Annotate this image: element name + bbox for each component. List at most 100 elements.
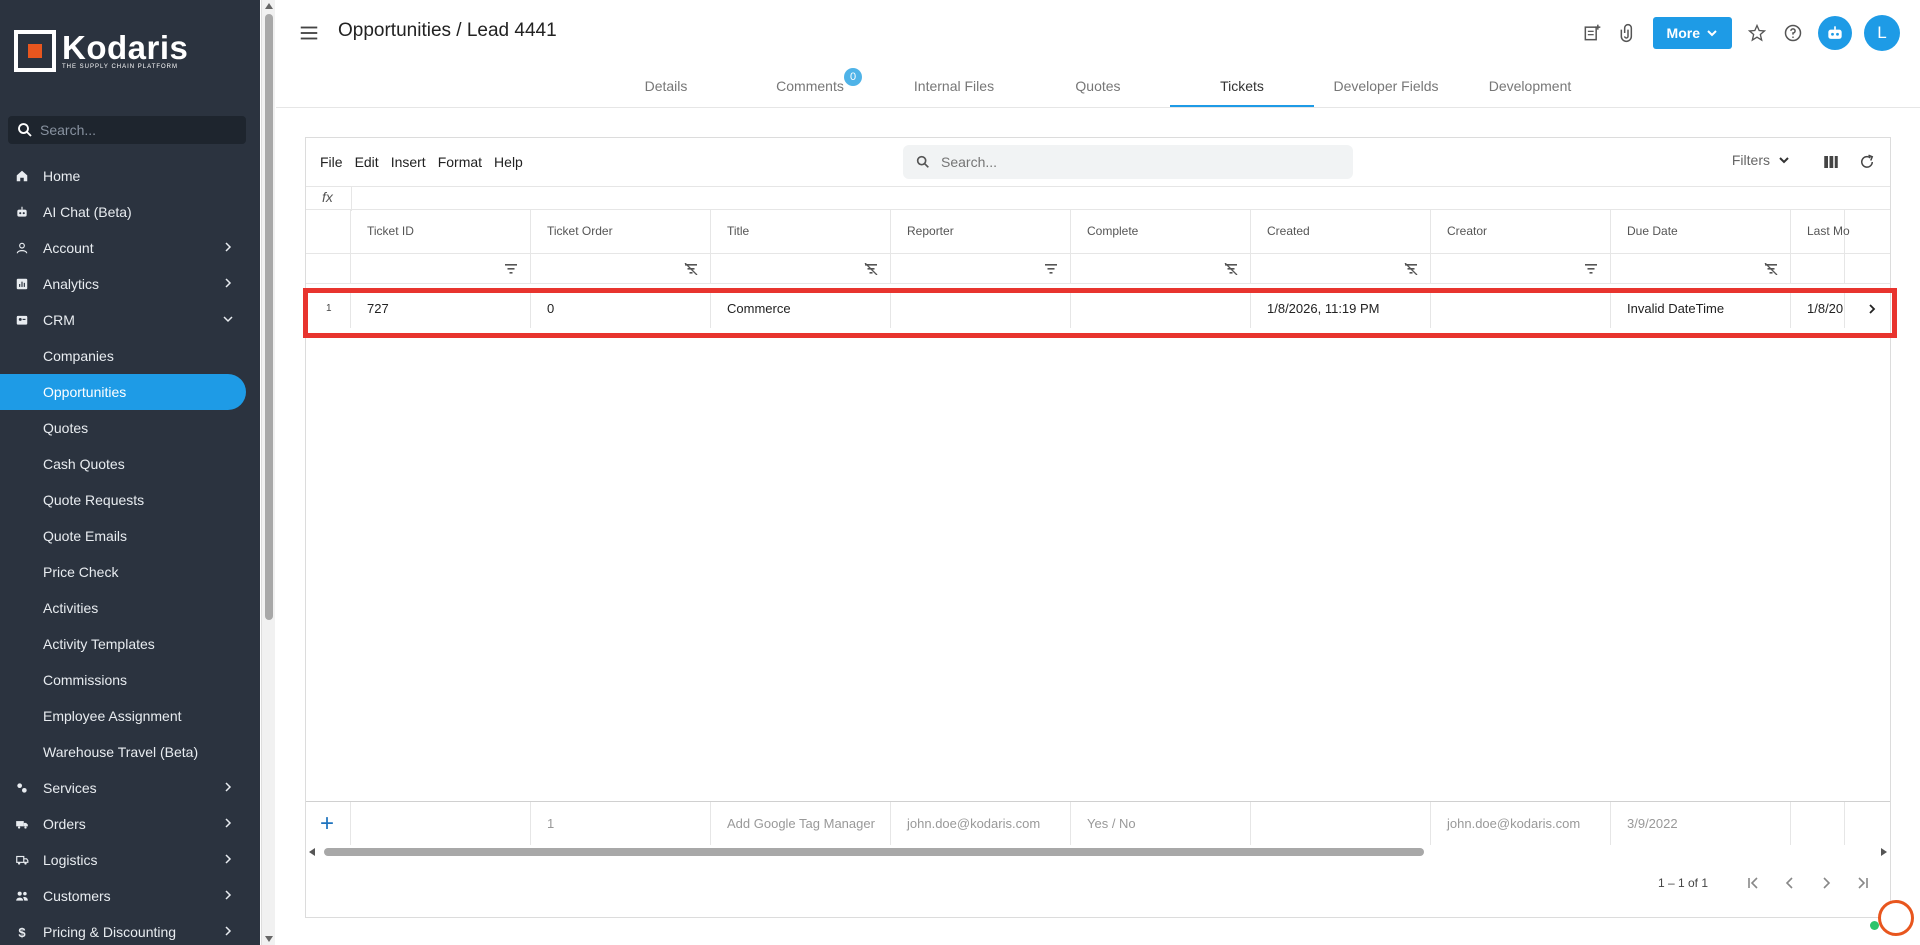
new-row-cell[interactable]: 3/9/2022 <box>1611 802 1791 845</box>
last-page-icon[interactable] <box>1852 873 1872 893</box>
sidebar-item-quote-requests[interactable]: Quote Requests <box>0 482 250 518</box>
add-row-cell[interactable]: + <box>306 802 351 845</box>
add-row-icon[interactable]: + <box>320 810 334 838</box>
filter-icon[interactable] <box>1584 263 1598 275</box>
previous-page-icon[interactable] <box>1780 873 1800 893</box>
tab-development[interactable]: Development <box>1458 68 1602 107</box>
menu-edit[interactable]: Edit <box>355 154 379 170</box>
sidebar-item-companies[interactable]: Companies <box>0 338 250 374</box>
filter-off-icon[interactable] <box>864 263 878 275</box>
sidebar-item-orders[interactable]: Orders <box>0 806 250 842</box>
sidebar-item-quote-emails[interactable]: Quote Emails <box>0 518 250 554</box>
tab-developer-fields[interactable]: Developer Fields <box>1314 68 1458 107</box>
sidebar-item-logistics[interactable]: Logistics <box>0 842 250 878</box>
scrollbar-thumb[interactable] <box>265 14 273 620</box>
table-cell[interactable]: 727 <box>351 290 531 328</box>
columns-icon[interactable] <box>1822 153 1840 171</box>
menu-file[interactable]: File <box>320 154 343 170</box>
filter-off-icon[interactable] <box>1224 263 1238 275</box>
sidebar-item-services[interactable]: Services <box>0 770 250 806</box>
star-icon[interactable] <box>1746 22 1768 44</box>
sidebar-item-pricing[interactable]: $ Pricing & Discounting <box>0 914 250 945</box>
scroll-left-arrow-icon[interactable] <box>309 848 315 856</box>
filter-icon[interactable] <box>504 263 518 275</box>
scroll-down-arrow-icon[interactable] <box>265 936 273 942</box>
sidebar-search[interactable] <box>8 116 246 144</box>
new-row-cell[interactable]: john.doe@kodaris.com <box>1431 802 1611 845</box>
column-header[interactable]: Created <box>1251 210 1431 253</box>
sidebar-item-opportunities[interactable]: Opportunities <box>0 374 246 410</box>
grid-search-input[interactable] <box>941 154 1341 170</box>
sidebar-item-customers[interactable]: Customers <box>0 878 250 914</box>
sidebar-item-cash-quotes[interactable]: Cash Quotes <box>0 446 250 482</box>
new-row-cell[interactable]: Yes / No <box>1071 802 1251 845</box>
grid-search[interactable] <box>903 145 1353 179</box>
column-header[interactable]: Due Date <box>1611 210 1791 253</box>
new-row-cell[interactable] <box>351 802 531 845</box>
menu-format[interactable]: Format <box>438 154 482 170</box>
new-row-cell[interactable] <box>1791 802 1845 845</box>
next-page-icon[interactable] <box>1816 873 1836 893</box>
sidebar-item-crm[interactable]: CRM <box>0 302 250 338</box>
tab-internal-files[interactable]: Internal Files <box>882 68 1026 107</box>
table-cell[interactable]: Invalid DateTime <box>1611 290 1791 328</box>
new-row-cell[interactable]: Add Google Tag Manager <box>711 802 891 845</box>
menu-help[interactable]: Help <box>494 154 523 170</box>
table-cell[interactable] <box>1071 290 1251 328</box>
filter-off-icon[interactable] <box>1404 263 1418 275</box>
new-row-cell[interactable]: john.doe@kodaris.com <box>891 802 1071 845</box>
ai-assistant-button[interactable] <box>1818 16 1852 50</box>
refresh-icon[interactable] <box>1858 153 1876 171</box>
table-cell[interactable]: 1/8/2026, 11:19 PM <box>1251 290 1431 328</box>
sidebar-item-employee-assignment[interactable]: Employee Assignment <box>0 698 250 734</box>
sidebar-item-commissions[interactable]: Commissions <box>0 662 250 698</box>
hamburger-menu-icon[interactable] <box>298 22 320 44</box>
column-header[interactable]: Creator <box>1431 210 1611 253</box>
table-cell[interactable]: Commerce <box>711 290 891 328</box>
kodaris-logo[interactable]: Kodaris THE SUPPLY CHAIN PLATFORM <box>14 30 188 72</box>
table-cell[interactable]: 1/8/20 <box>1791 290 1845 328</box>
sidebar-item-analytics[interactable]: Analytics <box>0 266 250 302</box>
column-header[interactable]: Last Mo <box>1791 210 1850 253</box>
filters-dropdown[interactable]: Filters <box>1732 152 1790 168</box>
new-row-cell[interactable] <box>1251 802 1431 845</box>
column-header[interactable]: Ticket ID <box>351 210 531 253</box>
attachment-icon[interactable] <box>1617 22 1639 44</box>
sidebar-item-activities[interactable]: Activities <box>0 590 250 626</box>
table-cell[interactable]: 0 <box>531 290 711 328</box>
column-header[interactable]: Title <box>711 210 891 253</box>
tab-details[interactable]: Details <box>594 68 738 107</box>
filter-off-icon[interactable] <box>684 263 698 275</box>
sidebar-search-input[interactable] <box>40 122 240 138</box>
filter-off-icon[interactable] <box>1764 263 1778 275</box>
scrollbar-thumb[interactable] <box>324 848 1424 856</box>
table-cell[interactable] <box>891 290 1071 328</box>
new-row-cell[interactable]: 1 <box>531 802 711 845</box>
sidebar-item-warehouse-travel[interactable]: Warehouse Travel (Beta) <box>0 734 250 770</box>
add-note-icon[interactable] <box>1581 22 1603 44</box>
sidebar-item-ai-chat[interactable]: AI Chat (Beta) <box>0 194 250 230</box>
more-button[interactable]: More <box>1652 17 1732 49</box>
chevron-right-icon[interactable] <box>1866 303 1878 315</box>
column-header[interactable]: Complete <box>1071 210 1251 253</box>
first-page-icon[interactable] <box>1744 873 1764 893</box>
help-icon[interactable] <box>1782 22 1804 44</box>
column-header[interactable]: Ticket Order <box>531 210 711 253</box>
sidebar-item-price-check[interactable]: Price Check <box>0 554 250 590</box>
menu-insert[interactable]: Insert <box>391 154 426 170</box>
tab-quotes[interactable]: Quotes <box>1026 68 1170 107</box>
table-cell[interactable] <box>1431 290 1611 328</box>
sidebar-item-quotes[interactable]: Quotes <box>0 410 250 446</box>
scroll-right-arrow-icon[interactable] <box>1881 848 1887 856</box>
sidebar-item-account[interactable]: Account <box>0 230 250 266</box>
support-chat-button[interactable] <box>1878 900 1914 936</box>
tab-comments[interactable]: Comments 0 <box>738 68 882 107</box>
sidebar-scrollbar[interactable] <box>261 0 275 945</box>
formula-bar[interactable]: fx <box>306 186 1890 211</box>
column-header[interactable]: Reporter <box>891 210 1071 253</box>
filter-icon[interactable] <box>1044 263 1058 275</box>
row-number-header[interactable] <box>306 210 351 253</box>
row-number[interactable]: 1 <box>306 290 351 328</box>
horizontal-scrollbar[interactable] <box>306 845 1890 859</box>
table-row[interactable]: 1 727 0 Commerce 1/8/2026, 11:19 PM Inva… <box>306 290 1890 328</box>
